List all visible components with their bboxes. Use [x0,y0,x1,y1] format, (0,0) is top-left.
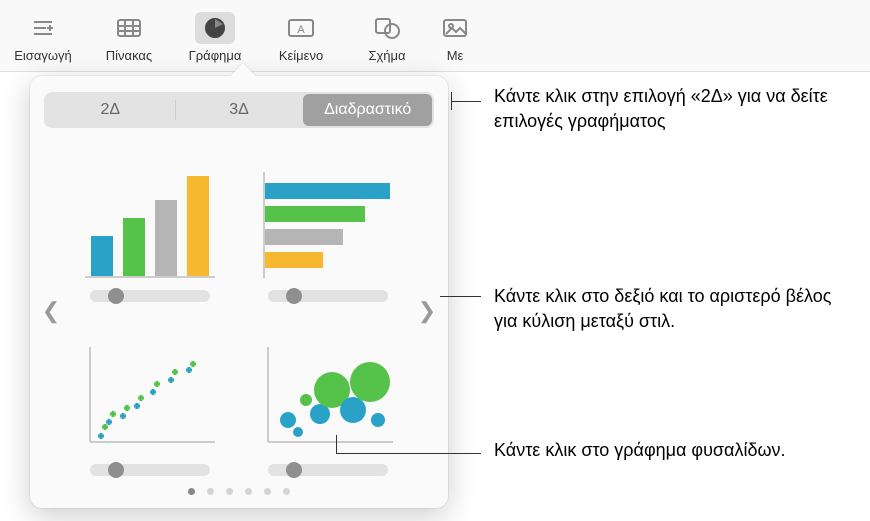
chart-slider[interactable] [268,290,388,302]
segment-3d[interactable]: 3Δ [175,94,304,126]
bubble-chart-thumb [250,320,406,458]
chevron-left-icon[interactable]: ❮ [40,291,62,331]
insert-icon [23,12,63,44]
toolbar-media-label: Με [447,48,464,63]
page-dot[interactable] [283,488,290,495]
callout-2d: Κάντε κλικ στην επιλογή «2Δ» για να δείτ… [494,84,854,134]
toolbar-insert-label: Εισαγωγή [14,48,71,63]
toolbar-insert[interactable]: Εισαγωγή [0,4,86,71]
chart-slider[interactable] [90,464,210,476]
chart-grid [44,146,434,476]
page-dots [44,488,434,495]
callout-connector [336,435,337,453]
svg-text:A: A [297,24,305,36]
media-icon [435,12,475,44]
toolbar-text-label: Κείμενο [279,48,323,63]
callout-connector [451,101,481,102]
page-dot[interactable] [226,488,233,495]
shape-icon [367,12,407,44]
callout-arrows: Κάντε κλικ στο δεξιό και το αριστερό βέλ… [494,284,854,334]
bar-chart-thumb [250,146,406,284]
chart-option-column[interactable] [72,146,228,302]
toolbar-table-label: Πίνακας [106,48,152,63]
segment-interactive[interactable]: Διαδραστικό [303,94,432,126]
toolbar: Εισαγωγή Πίνακας Γράφημα A Κείμενο [0,0,870,72]
page-dot[interactable] [188,488,195,495]
chevron-right-icon[interactable]: ❯ [416,291,438,331]
chart-option-scatter[interactable] [72,320,228,476]
piechart-icon [195,12,235,44]
chart-popover: 2Δ 3Δ Διαδραστικό ❮ ❯ [30,76,448,508]
page-dot[interactable] [264,488,271,495]
textbox-icon: A [281,12,321,44]
toolbar-text[interactable]: A Κείμενο [258,4,344,71]
chart-option-bar[interactable] [250,146,406,302]
chart-type-segment: 2Δ 3Δ Διαδραστικό [44,92,434,128]
page-dot[interactable] [245,488,252,495]
segment-2d[interactable]: 2Δ [46,94,175,126]
scatter-chart-thumb [72,320,228,458]
toolbar-shape-label: Σχήμα [368,48,405,63]
toolbar-table[interactable]: Πίνακας [86,4,172,71]
column-chart-thumb [72,146,228,284]
chart-grid-area: ❮ ❯ [44,146,434,476]
toolbar-media[interactable]: Με [430,4,480,71]
toolbar-chart-label: Γράφημα [189,48,242,63]
toolbar-shape[interactable]: Σχήμα [344,4,430,71]
toolbar-chart[interactable]: Γράφημα [172,4,258,71]
chart-slider[interactable] [90,290,210,302]
chart-slider[interactable] [268,464,388,476]
callout-connector [336,453,481,454]
table-icon [109,12,149,44]
callout-bubble: Κάντε κλικ στο γράφημα φυσαλίδων. [494,438,786,463]
callout-connector [440,296,481,297]
page-dot[interactable] [207,488,214,495]
